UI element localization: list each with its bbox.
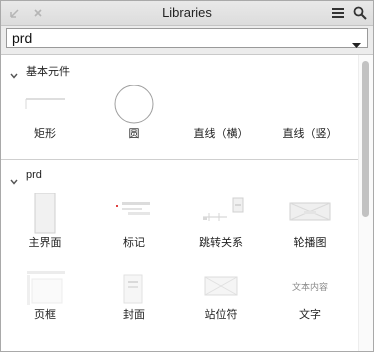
vertical-line-icon: [268, 85, 352, 127]
horizontal-line-icon: [179, 85, 263, 127]
main-screen-thumb-icon: [3, 192, 87, 235]
circle-widget-icon: [92, 84, 176, 127]
rectangle-widget-icon: [3, 85, 87, 127]
section-header-prd[interactable]: prd: [1, 165, 359, 187]
vertical-scrollbar[interactable]: [358, 55, 373, 351]
panel-titlebar: Libraries: [1, 1, 373, 26]
menu-icon[interactable]: [331, 6, 345, 20]
libraries-panel: Libraries prd 基本元件 矩形 圆 直线（横） 直线（竖） prd …: [0, 0, 374, 352]
section-divider: [1, 159, 359, 160]
section-header-basic[interactable]: 基本元件: [1, 59, 359, 81]
library-select-value: prd: [12, 30, 33, 46]
item-label: 圆: [128, 128, 140, 140]
panel-title: Libraries: [162, 5, 212, 20]
item-label: 直线（竖）: [282, 128, 338, 140]
item-label: 矩形: [34, 128, 56, 140]
marker-thumb-icon: [92, 193, 176, 235]
item-label: 轮播图: [293, 237, 327, 249]
item-label: 站位符: [204, 309, 238, 321]
item-label: 封面: [123, 309, 145, 321]
section-title: 基本元件: [26, 66, 70, 78]
scrollbar-thumb[interactable]: [362, 61, 369, 217]
item-label: 文字: [299, 309, 321, 321]
item-label: 标记: [123, 237, 145, 249]
library-content: 基本元件 矩形 圆 直线（横） 直线（竖） prd 主界面 标记 跳转关系 轮播…: [1, 54, 373, 351]
search-icon[interactable]: [353, 6, 367, 20]
item-label: 页框: [34, 309, 56, 321]
chevron-down-icon: [352, 36, 361, 54]
library-select[interactable]: prd: [6, 28, 368, 48]
section-title: prd: [26, 169, 42, 181]
carousel-thumb-icon: [268, 193, 352, 235]
item-label: 主界面: [28, 237, 62, 249]
text-preview: 文本内容: [291, 282, 328, 292]
chevron-down-icon: [10, 172, 18, 190]
item-label: 跳转关系: [199, 237, 243, 249]
item-label: 直线（横）: [193, 128, 249, 140]
jump-relation-thumb-icon: [179, 193, 263, 235]
chevron-down-icon: [10, 66, 18, 84]
